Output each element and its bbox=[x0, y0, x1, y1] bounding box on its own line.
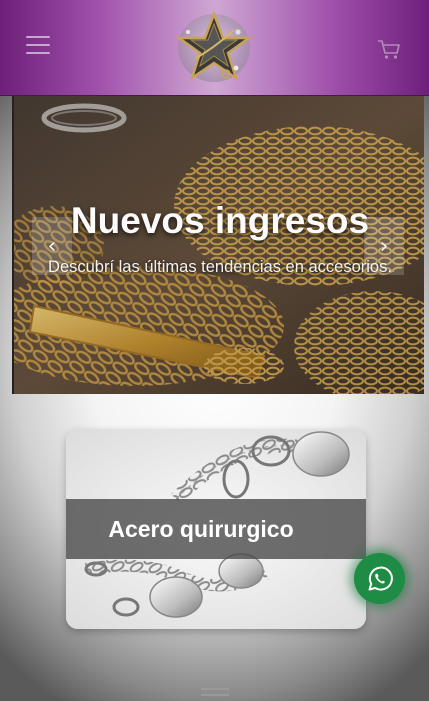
hero-carousel[interactable]: Nuevos ingresos Descubrí las últimas ten… bbox=[12, 96, 424, 394]
hero-background-image bbox=[14, 96, 424, 394]
whatsapp-icon bbox=[368, 566, 393, 591]
hero-subtitle: Descubrí las últimas tendencias en acces… bbox=[48, 258, 392, 276]
cart-icon[interactable] bbox=[376, 36, 402, 62]
hero-title: Nuevos ingresos bbox=[70, 200, 370, 241]
category-label: Acero quirurgico bbox=[108, 515, 294, 542]
hamburger-icon[interactable] bbox=[26, 36, 50, 54]
carousel-prev-button[interactable]: ‹ bbox=[32, 217, 72, 275]
chevron-right-icon: › bbox=[379, 233, 389, 259]
chevron-left-icon: ‹ bbox=[47, 233, 57, 259]
whatsapp-button[interactable] bbox=[354, 553, 405, 604]
bottom-drawer-handle[interactable] bbox=[201, 688, 229, 696]
star-logo-icon[interactable] bbox=[174, 8, 254, 86]
category-card-acero[interactable]: Acero quirurgico bbox=[66, 429, 366, 629]
site-header bbox=[0, 0, 429, 96]
carousel-next-button[interactable]: › bbox=[364, 217, 404, 275]
category-label-band: Acero quirurgico bbox=[66, 499, 366, 559]
